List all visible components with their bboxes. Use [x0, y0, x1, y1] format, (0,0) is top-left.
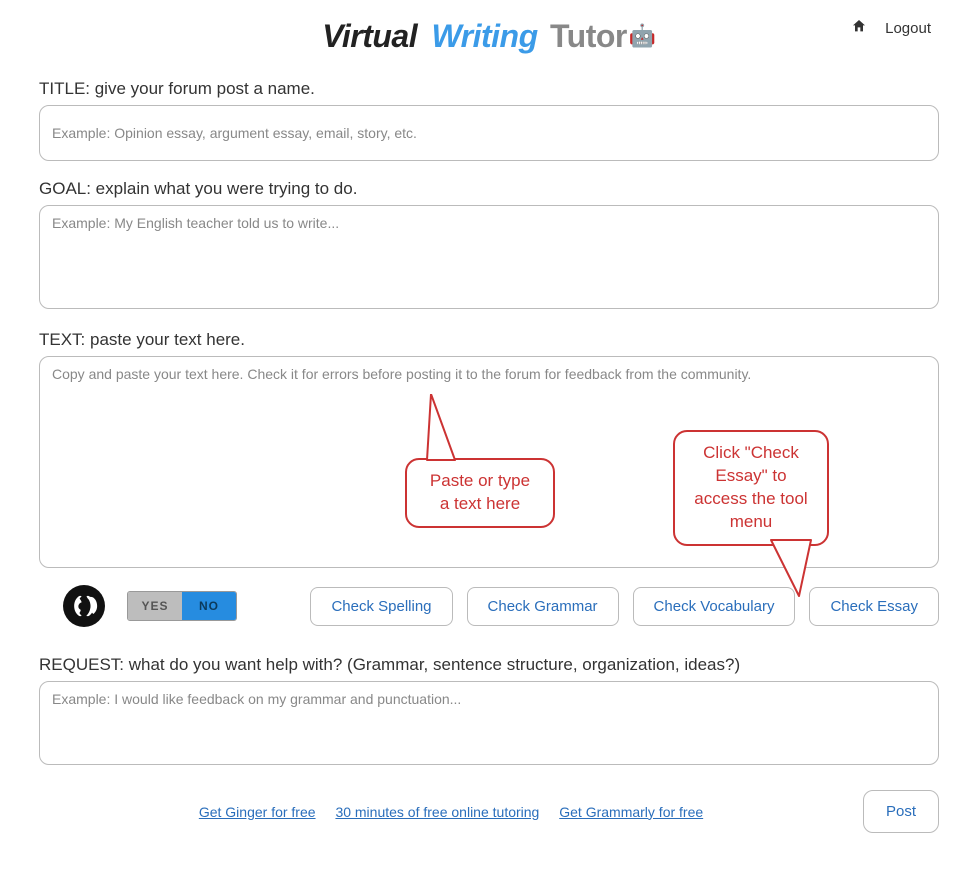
- robot-icon: 🤖: [629, 23, 656, 48]
- logo: Virtual Writing Tutor🤖: [39, 18, 939, 55]
- footer-links: Get Ginger for free 30 minutes of free o…: [39, 804, 863, 820]
- nav-right: Logout: [851, 18, 931, 38]
- goal-label: GOAL: explain what you were trying to do…: [39, 179, 939, 199]
- home-icon[interactable]: [851, 18, 867, 38]
- logo-word-2: Writing: [432, 18, 538, 54]
- logo-word-1: Virtual: [322, 18, 417, 54]
- request-input[interactable]: [39, 681, 939, 765]
- logo-word-3: Tutor: [550, 18, 627, 54]
- grammarly-link[interactable]: Get Grammarly for free: [559, 804, 703, 820]
- callout-paste: Paste or type a text here: [405, 458, 555, 528]
- request-label: REQUEST: what do you want help with? (Gr…: [39, 655, 939, 675]
- check-grammar-button[interactable]: Check Grammar: [467, 587, 619, 626]
- callout-essay-text: Click "Check Essay" to access the tool m…: [694, 443, 807, 531]
- toggle-yes[interactable]: YES: [128, 592, 182, 620]
- yes-no-toggle[interactable]: YES NO: [127, 591, 237, 621]
- globe-icon[interactable]: [63, 585, 105, 627]
- topbar: Virtual Writing Tutor🤖 Logout: [39, 8, 939, 73]
- title-label: TITLE: give your forum post a name.: [39, 79, 939, 99]
- text-label: TEXT: paste your text here.: [39, 330, 939, 350]
- callout-essay: Click "Check Essay" to access the tool m…: [673, 430, 829, 546]
- post-button[interactable]: Post: [863, 790, 939, 833]
- title-input[interactable]: [39, 105, 939, 161]
- goal-input[interactable]: [39, 205, 939, 309]
- check-spelling-button[interactable]: Check Spelling: [310, 587, 452, 626]
- logout-link[interactable]: Logout: [885, 20, 931, 37]
- tutoring-link[interactable]: 30 minutes of free online tutoring: [335, 804, 539, 820]
- ginger-link[interactable]: Get Ginger for free: [199, 804, 316, 820]
- toggle-no[interactable]: NO: [182, 592, 236, 620]
- callout-paste-text: Paste or type a text here: [430, 471, 530, 513]
- check-essay-button[interactable]: Check Essay: [809, 587, 939, 626]
